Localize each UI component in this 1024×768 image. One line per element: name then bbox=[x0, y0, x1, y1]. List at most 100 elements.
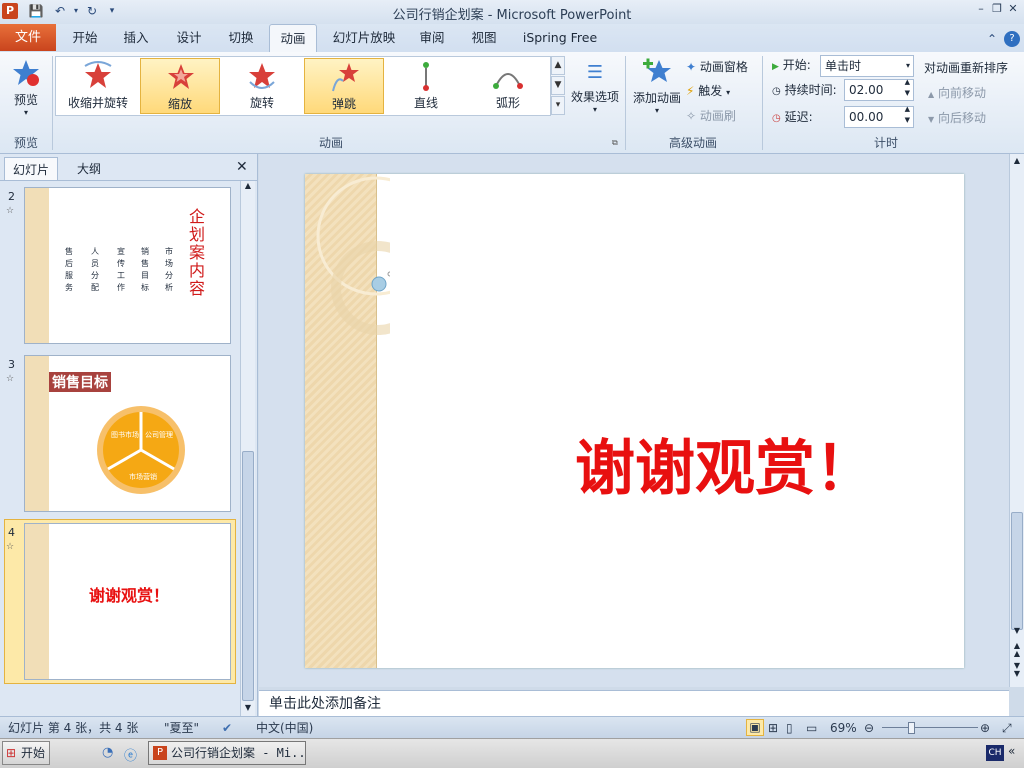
slide-thanks-text[interactable]: 谢谢观赏！ bbox=[575, 420, 875, 507]
language-status[interactable]: 中文(中国) bbox=[256, 717, 313, 739]
gallery-item-spin[interactable]: 旋转 bbox=[222, 58, 302, 114]
gallery-label: 弧形 bbox=[495, 96, 520, 110]
arc-path-icon bbox=[493, 73, 523, 89]
zoom-out-icon[interactable]: ⊖ bbox=[864, 717, 874, 739]
gallery-item-zoom[interactable]: 缩放 bbox=[140, 58, 220, 114]
slide-scroll-up-icon[interactable]: ▲ bbox=[1011, 156, 1023, 165]
panel-scroll-up-icon[interactable]: ▲ bbox=[242, 181, 254, 190]
gallery-more-icon[interactable]: ▾ bbox=[551, 96, 565, 115]
group-label-advanced-animation: 高级动画 bbox=[668, 136, 717, 150]
ime-indicator[interactable]: CH bbox=[986, 745, 1004, 761]
duration-input[interactable]: 02.00 ▲ ▼ bbox=[844, 77, 914, 101]
slide-sorter-view-icon[interactable]: ⊞ bbox=[768, 717, 778, 739]
duration-label: ◷ 持续时间: bbox=[772, 80, 837, 100]
zoom-slider-track[interactable] bbox=[882, 727, 978, 728]
slide-scrollbar[interactable]: ▲ ▼ ▲ ▲ ▼ ▼ bbox=[1009, 154, 1024, 687]
move-later-button[interactable]: ▼ 向后移动 bbox=[928, 108, 986, 128]
preview-label: 预览 bbox=[13, 93, 38, 107]
notes-pane[interactable]: 单击此处添加备注 bbox=[259, 690, 1009, 716]
gallery-item-shrink-turn[interactable]: 收缩并旋转 bbox=[58, 58, 138, 114]
help-icon[interactable]: ? bbox=[1004, 31, 1020, 47]
animation-pane-button[interactable]: ✦ 动画窗格 bbox=[686, 57, 748, 77]
previous-slide-icon[interactable]: ▲ ▲ bbox=[1011, 642, 1023, 658]
gallery-item-bounce[interactable]: 弹跳 bbox=[304, 58, 384, 114]
animation-dialog-launcher-icon[interactable]: ⧉ bbox=[612, 138, 618, 148]
move-earlier-button[interactable]: ▲ 向前移动 bbox=[928, 83, 986, 103]
panel-scroll-down-icon[interactable]: ▼ bbox=[242, 703, 254, 712]
thumb-3-segment: 公司管理 bbox=[145, 431, 173, 439]
effect-options-button[interactable]: ☰ 效果选项 ▾ bbox=[568, 58, 622, 122]
minimize-icon[interactable]: – bbox=[974, 2, 988, 16]
add-animation-button[interactable]: 添加动画 ▾ bbox=[628, 56, 686, 126]
close-icon[interactable]: ✕ bbox=[1006, 2, 1020, 16]
gallery-item-line[interactable]: 直线 bbox=[386, 58, 466, 114]
tab-slideshow[interactable]: 幻灯片放映 bbox=[326, 24, 402, 52]
spin-star-icon bbox=[249, 63, 275, 89]
thumb-2-title: 企划案内容 bbox=[189, 207, 206, 298]
preview-button[interactable]: 预览 ▾ bbox=[4, 56, 48, 126]
ribbon-separator bbox=[762, 56, 763, 150]
gallery-label: 弹跳 bbox=[331, 97, 356, 111]
zoom-in-icon[interactable]: ⊕ bbox=[980, 717, 990, 739]
tab-insert[interactable]: 插入 bbox=[115, 24, 157, 52]
group-label-timing: 计时 bbox=[873, 136, 898, 150]
zoom-level[interactable]: 69% bbox=[830, 717, 857, 739]
trigger-button[interactable]: ⚡ 触发 ▾ bbox=[686, 81, 730, 101]
thumb-animation-icon: ☆ bbox=[6, 542, 15, 552]
start-select-dropdown-icon: ▾ bbox=[905, 61, 910, 70]
start-button[interactable]: ⊞ 开始 bbox=[2, 741, 50, 765]
zoom-slider-thumb[interactable] bbox=[908, 722, 915, 734]
reading-view-icon[interactable]: ▯ bbox=[786, 717, 793, 739]
fit-to-window-icon[interactable]: ⤢ bbox=[1002, 717, 1012, 739]
group-label-animation: 动画 bbox=[318, 136, 343, 150]
theme-name-status[interactable]: "夏至" bbox=[164, 717, 199, 739]
trigger-dropdown-icon: ▾ bbox=[726, 88, 731, 97]
tab-review[interactable]: 审阅 bbox=[414, 24, 450, 52]
gallery-item-arc[interactable]: 弧形 bbox=[468, 58, 548, 114]
thumb-2-bullet: 销售目标 bbox=[141, 247, 149, 292]
tray-expand-icon[interactable]: « bbox=[1008, 744, 1015, 758]
slide-thumbnail-3[interactable]: 销售目标 图书市场 公司管理 市场营销 bbox=[24, 355, 231, 512]
delay-label-text: 延迟: bbox=[784, 110, 813, 124]
start-select[interactable]: 单击时 ▾ bbox=[820, 55, 914, 77]
tab-transitions[interactable]: 切换 bbox=[220, 24, 262, 52]
tab-animations[interactable]: 动画 bbox=[269, 24, 317, 52]
gallery-scroll-down-icon[interactable]: ▼ bbox=[551, 76, 565, 95]
tab-slides[interactable]: 幻灯片 bbox=[4, 157, 58, 181]
slideshow-view-icon[interactable]: ▭ bbox=[806, 717, 817, 739]
move-later-label: 向后移动 bbox=[937, 111, 986, 125]
internet-explorer-icon[interactable]: ⓔ bbox=[124, 745, 137, 764]
minimize-ribbon-icon[interactable]: ⌃ bbox=[984, 31, 1000, 47]
tab-design[interactable]: 设计 bbox=[168, 24, 210, 52]
tab-home[interactable]: 开始 bbox=[64, 24, 106, 52]
next-slide-icon[interactable]: ▼ ▼ bbox=[1011, 662, 1023, 678]
tab-outline[interactable]: 大纲 bbox=[62, 157, 116, 181]
thumb-2-bullet: 宣传工作 bbox=[117, 247, 125, 292]
panel-scroll-thumb[interactable] bbox=[242, 451, 254, 701]
panel-close-icon[interactable]: ✕ bbox=[236, 159, 248, 175]
normal-view-icon[interactable]: ▣ bbox=[746, 719, 764, 736]
slide-thumbnail-2[interactable]: 企划案内容 市场分析 销售目标 宣传工作 人员分配 售后服务 bbox=[24, 187, 231, 344]
tab-file[interactable]: 文件 bbox=[0, 24, 56, 51]
delay-spinner-icon[interactable]: ▲ ▼ bbox=[905, 104, 910, 126]
taskbar-powerpoint-item[interactable]: P 公司行销企划案 - Mi... bbox=[148, 741, 306, 765]
tab-ispring[interactable]: iSpring Free bbox=[516, 24, 604, 52]
thumb-3-segment: 市场营销 bbox=[129, 473, 157, 481]
animation-painter-button[interactable]: ✧ 动画刷 bbox=[686, 106, 736, 126]
gallery-label: 旋转 bbox=[249, 96, 274, 110]
animation-pane-label: 动画窗格 bbox=[699, 60, 748, 74]
gallery-label: 直线 bbox=[413, 96, 438, 110]
gallery-scroll-up-icon[interactable]: ▲ bbox=[551, 56, 565, 75]
tab-view[interactable]: 视图 bbox=[466, 24, 502, 52]
show-desktop-icon[interactable]: ◔ bbox=[102, 745, 113, 760]
spelling-check-icon[interactable]: ✔ bbox=[222, 717, 232, 739]
duration-spinner-icon[interactable]: ▲ ▼ bbox=[905, 77, 910, 99]
delay-input[interactable]: 00.00 ▲ ▼ bbox=[844, 104, 914, 128]
slide-scroll-thumb[interactable] bbox=[1011, 512, 1023, 630]
preview-dropdown-icon: ▾ bbox=[23, 108, 28, 117]
duration-value: 02.00 bbox=[849, 83, 884, 97]
panel-scrollbar[interactable]: ▲ ▼ bbox=[240, 181, 255, 716]
slide-thumbnail-4[interactable]: 谢谢观赏！ bbox=[24, 523, 231, 680]
restore-icon[interactable]: ❐ bbox=[990, 2, 1004, 16]
slide-scroll-down-icon[interactable]: ▼ bbox=[1011, 626, 1023, 635]
